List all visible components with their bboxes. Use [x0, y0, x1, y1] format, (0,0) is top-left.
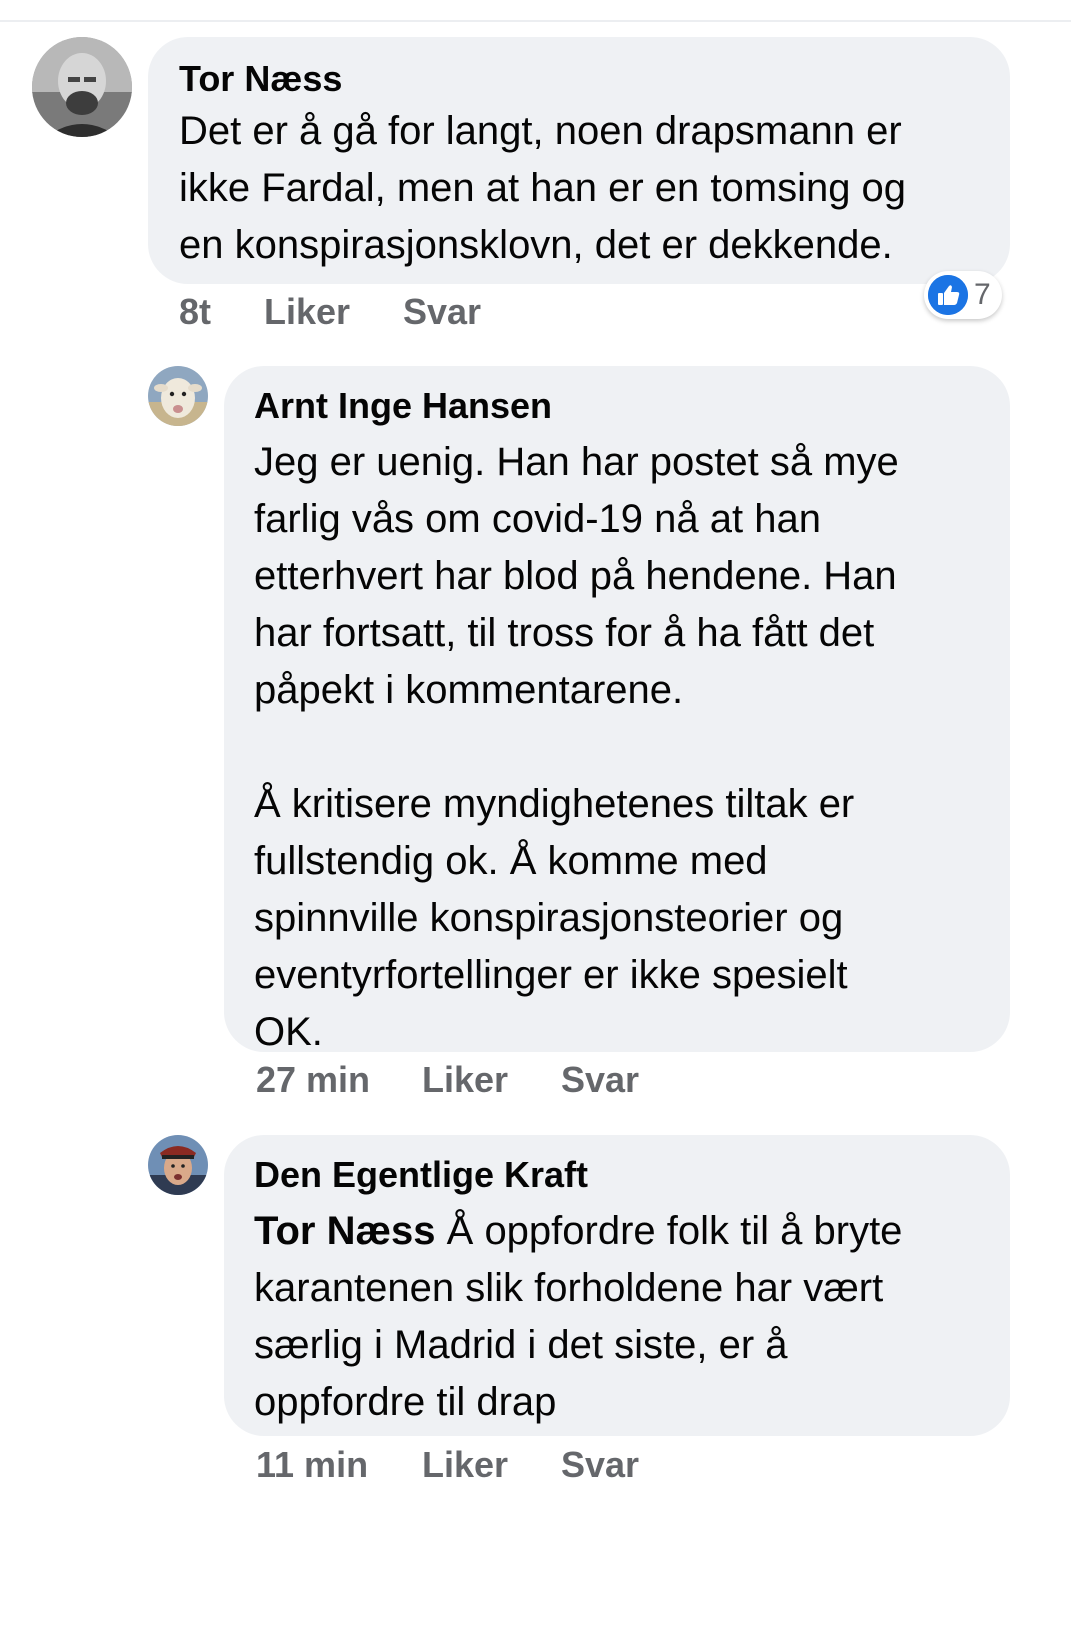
- comment-line: Det er å gå for langt, noen drapsmann er: [179, 109, 902, 153]
- comment-line: oppfordre til drap: [254, 1380, 557, 1424]
- like-button[interactable]: Liker: [264, 290, 350, 334]
- comment-line: etterhvert har blod på hendene. Han: [254, 554, 897, 598]
- comment-bubble: Den Egentlige Kraft Tor Næss Å oppfordre…: [224, 1135, 1010, 1436]
- reaction-count: 7: [974, 278, 991, 311]
- comment-actions: 8t Liker Svar: [179, 290, 579, 334]
- comment-author[interactable]: Tor Næss: [179, 57, 1010, 101]
- comment-line: en konspirasjonsklovn, det er dekkende.: [179, 223, 893, 267]
- comment-line: Å kritisere myndighetenes tiltak er: [254, 782, 855, 826]
- comment-line: Jeg er uenig. Han har postet så mye: [254, 440, 899, 484]
- mention-link[interactable]: Tor Næss: [254, 1209, 436, 1253]
- comment-line: har fortsatt, til tross for å ha fått de…: [254, 611, 875, 655]
- comment-text: Det er å gå for langt, noen drapsmann er…: [179, 103, 1010, 274]
- comment-line: særlig i Madrid i det siste, er å: [254, 1323, 788, 1367]
- comment-author[interactable]: Arnt Inge Hansen: [254, 384, 1010, 428]
- comment-line: eventyrfortellinger er ikke spesielt: [254, 953, 848, 997]
- comment-actions: 11 min Liker Svar: [256, 1443, 676, 1487]
- comment-line: spinnville konspirasjonsteorier og: [254, 896, 844, 940]
- comment-timestamp[interactable]: 27 min: [256, 1058, 370, 1102]
- comment-line: farlig vås om covid-19 nå at han: [254, 497, 821, 541]
- profile-photo-icon: [148, 1135, 208, 1195]
- comment-timestamp[interactable]: 11 min: [256, 1443, 368, 1487]
- top-divider: [0, 20, 1071, 22]
- profile-photo-icon: [148, 366, 208, 426]
- reaction-count-badge[interactable]: 7: [924, 271, 1002, 319]
- comment-text: Jeg er uenig. Han har postet så mye farl…: [254, 434, 1010, 1061]
- comment-line: påpekt i kommentarene.: [254, 668, 684, 712]
- comment-line: karantenen slik forholdene har vært: [254, 1266, 884, 1310]
- comment-line: Tor Næss Å oppfordre folk til å bryte: [254, 1203, 1010, 1260]
- avatar-tor-naess[interactable]: [32, 37, 132, 137]
- reply-button[interactable]: Svar: [403, 290, 481, 334]
- avatar-den-egentlige-kraft[interactable]: [148, 1135, 208, 1195]
- like-button[interactable]: Liker: [422, 1058, 508, 1102]
- reply-button[interactable]: Svar: [561, 1058, 639, 1102]
- reply-button[interactable]: Svar: [561, 1443, 639, 1487]
- comment-line: OK.: [254, 1010, 323, 1054]
- comment-author[interactable]: Den Egentlige Kraft: [254, 1153, 1010, 1197]
- comment-text: Tor Næss Å oppfordre folk til å bryte ka…: [254, 1203, 1010, 1431]
- comment-line-text: Å oppfordre folk til å bryte: [435, 1209, 903, 1253]
- comment-bubble: Tor Næss Det er å gå for langt, noen dra…: [148, 37, 1010, 284]
- profile-photo-icon: [32, 37, 132, 137]
- comment-line: ikke Fardal, men at han er en tomsing og: [179, 166, 907, 210]
- like-button[interactable]: Liker: [422, 1443, 508, 1487]
- thumbs-up-icon: [928, 275, 968, 315]
- comment-line: fullstendig ok. Å komme med: [254, 839, 768, 883]
- comment-bubble: Arnt Inge Hansen Jeg er uenig. Han har p…: [224, 366, 1010, 1054]
- avatar-arnt-inge-hansen[interactable]: [148, 366, 208, 426]
- comment-actions: 27 min Liker Svar: [256, 1058, 676, 1102]
- comment-timestamp[interactable]: 8t: [179, 290, 211, 334]
